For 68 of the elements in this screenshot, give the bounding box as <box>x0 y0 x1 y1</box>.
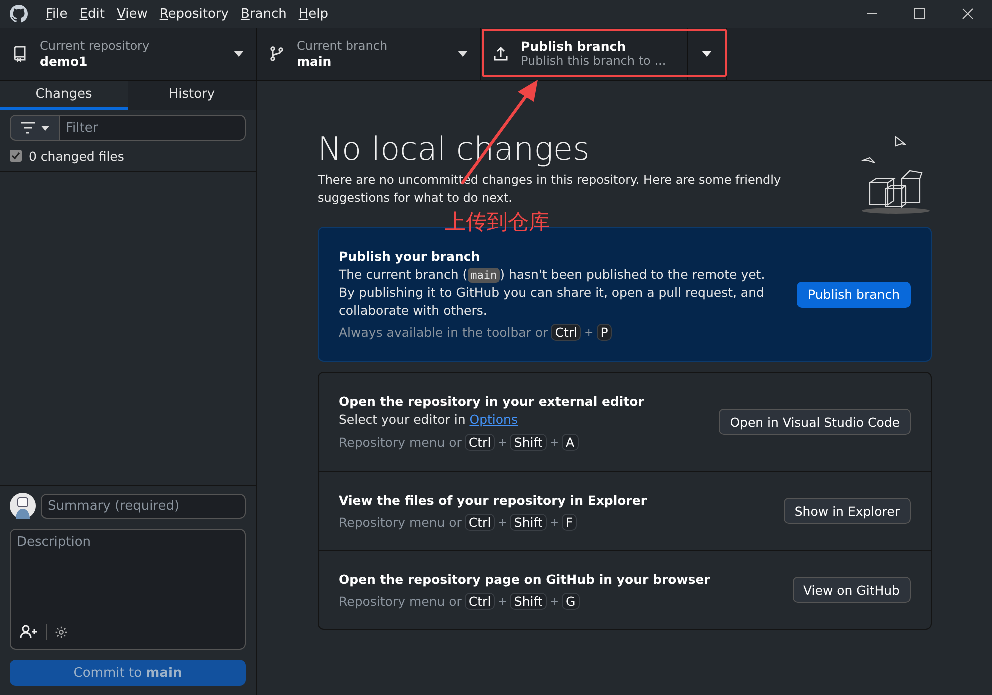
repository-name: demo1 <box>40 54 89 69</box>
key-cap: Shift <box>510 592 547 610</box>
shortcut-hint: Repository menu or <box>339 435 462 450</box>
shortcut-hint: Repository menu or <box>339 594 462 608</box>
publish-branch-button[interactable]: Publish branch <box>797 282 911 308</box>
menu-item[interactable]: Branch <box>240 6 287 22</box>
key-cap: Ctrl <box>464 514 496 530</box>
github-logo-icon <box>10 5 28 23</box>
menu-item[interactable]: Help <box>298 6 328 22</box>
action-button[interactable]: Open in Visual Studio Code <box>719 409 911 435</box>
key-cap: F <box>562 514 578 530</box>
caret-icon <box>234 51 244 57</box>
action-title: View the files of your repository in Explorer <box>339 492 648 510</box>
branch-selector[interactable]: Current branch main <box>257 28 481 80</box>
card-description: The current branch ( main ) hasn't been published to the remote yet. By publishing it to GitHub you can share it, open a pull request, and collaborate with others. <box>339 266 766 320</box>
action-button[interactable]: View on GitHub <box>792 577 911 603</box>
caret-icon <box>458 51 468 57</box>
publish-subtitle: Publish this branch to ... <box>521 54 668 69</box>
menu-item[interactable]: Repository <box>160 6 229 22</box>
changed-files-label: 0 changed files <box>29 148 124 164</box>
avatar-icon <box>10 493 36 519</box>
filter-options-button[interactable] <box>10 115 60 141</box>
publish-title: Publish branch <box>521 39 628 54</box>
publish-branch-button[interactable]: Publish branch Publish this branch to ... <box>481 28 688 80</box>
branch-name: main <box>297 54 333 69</box>
plus-sign: + <box>550 436 560 449</box>
upload-icon <box>493 46 509 62</box>
close-icon[interactable] <box>962 8 974 20</box>
key-cap: A <box>562 434 579 451</box>
action-title: Open the repository page on GitHub in your browser <box>339 570 712 588</box>
action-description: Select your editor in Options <box>339 411 519 429</box>
plus-sign: + <box>584 326 594 339</box>
menu-item[interactable]: View <box>116 6 148 22</box>
filter-icon <box>20 122 36 134</box>
key-cap: Shift <box>510 514 547 530</box>
key-cap: Ctrl <box>464 592 496 610</box>
branch-caption: Current branch <box>297 39 389 54</box>
options-link[interactable]: Options <box>470 412 518 427</box>
plus-sign: + <box>550 594 560 608</box>
settings-icon[interactable] <box>55 626 68 638</box>
key-cap: Shift <box>510 434 547 451</box>
branch-icon <box>269 46 285 62</box>
maximize-icon[interactable] <box>914 8 926 20</box>
repository-selector[interactable]: Current repository demo1 <box>0 28 257 80</box>
annotation-text: 上传到仓库 <box>445 209 550 236</box>
shortcut-hint: Always available in the toolbar or <box>339 325 548 340</box>
plus-sign: + <box>498 516 508 528</box>
card-title: Publish your branch <box>339 248 482 266</box>
plus-sign: + <box>550 516 560 528</box>
key-cap: G <box>562 592 580 610</box>
filter-field[interactable]: Filter <box>60 115 246 141</box>
checkbox[interactable] <box>10 150 22 162</box>
repository-caption: Current repository <box>40 39 151 54</box>
action-button[interactable]: Show in Explorer <box>784 498 911 524</box>
caret-icon <box>41 126 50 130</box>
plus-sign: + <box>498 594 508 608</box>
add-coauthor-icon[interactable] <box>20 625 38 639</box>
key-cap: Ctrl <box>464 434 496 451</box>
tab[interactable]: Changes <box>0 81 128 110</box>
action-title: Open the repository in your external editor <box>339 393 646 411</box>
caret-icon <box>702 51 712 57</box>
shortcut-hint: Repository menu or <box>339 514 462 530</box>
plus-sign: + <box>498 436 508 449</box>
menu-item[interactable]: File <box>46 6 68 22</box>
repository-icon <box>12 46 28 62</box>
key-cap: Ctrl <box>551 324 582 341</box>
key-cap: P <box>596 324 612 341</box>
menu-item[interactable]: Edit <box>80 6 105 22</box>
